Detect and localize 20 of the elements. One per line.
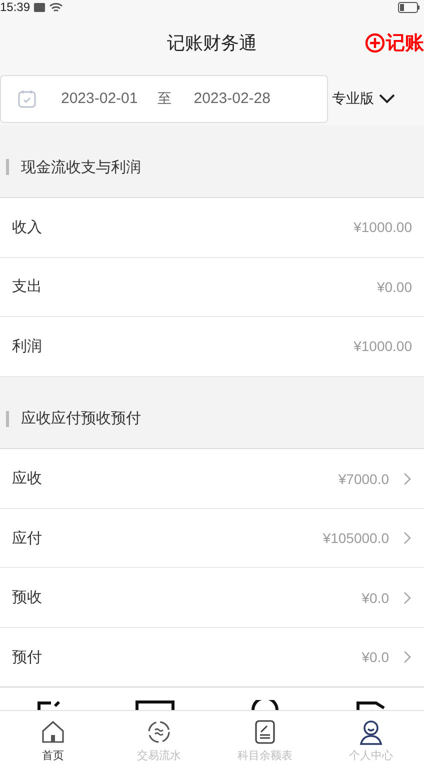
- edition-dropdown[interactable]: 专业版: [332, 90, 396, 108]
- calendar-icon: [17, 88, 37, 109]
- nav-tab[interactable]: 首页: [0, 711, 106, 769]
- section-header: 应收应付预收预付: [0, 376, 424, 450]
- add-entry-button[interactable]: 记账: [365, 30, 424, 56]
- date-range-field[interactable]: 2023-02-01 至 2023-02-28: [0, 74, 328, 123]
- battery-icon: [398, 2, 420, 12]
- app-title: 记账财务通: [167, 32, 257, 55]
- status-time: 15:39: [0, 0, 30, 14]
- section-header: 现金流收支与利润: [0, 125, 424, 198]
- list-row[interactable]: 应收 ¥7000.0: [0, 449, 424, 509]
- list-row: 收入 ¥1000.00: [0, 198, 424, 258]
- add-icon: [365, 33, 385, 53]
- chevron-down-icon: [378, 92, 396, 105]
- wifi-icon: [49, 2, 64, 12]
- list-row[interactable]: 应付 ¥105000.0: [0, 508, 424, 568]
- list-row[interactable]: 预付 ¥0.0: [0, 628, 424, 688]
- notification-icon: [34, 2, 46, 12]
- list-row[interactable]: 预收 ¥0.0: [0, 568, 424, 628]
- list-row: 支出 ¥0.00: [0, 258, 424, 318]
